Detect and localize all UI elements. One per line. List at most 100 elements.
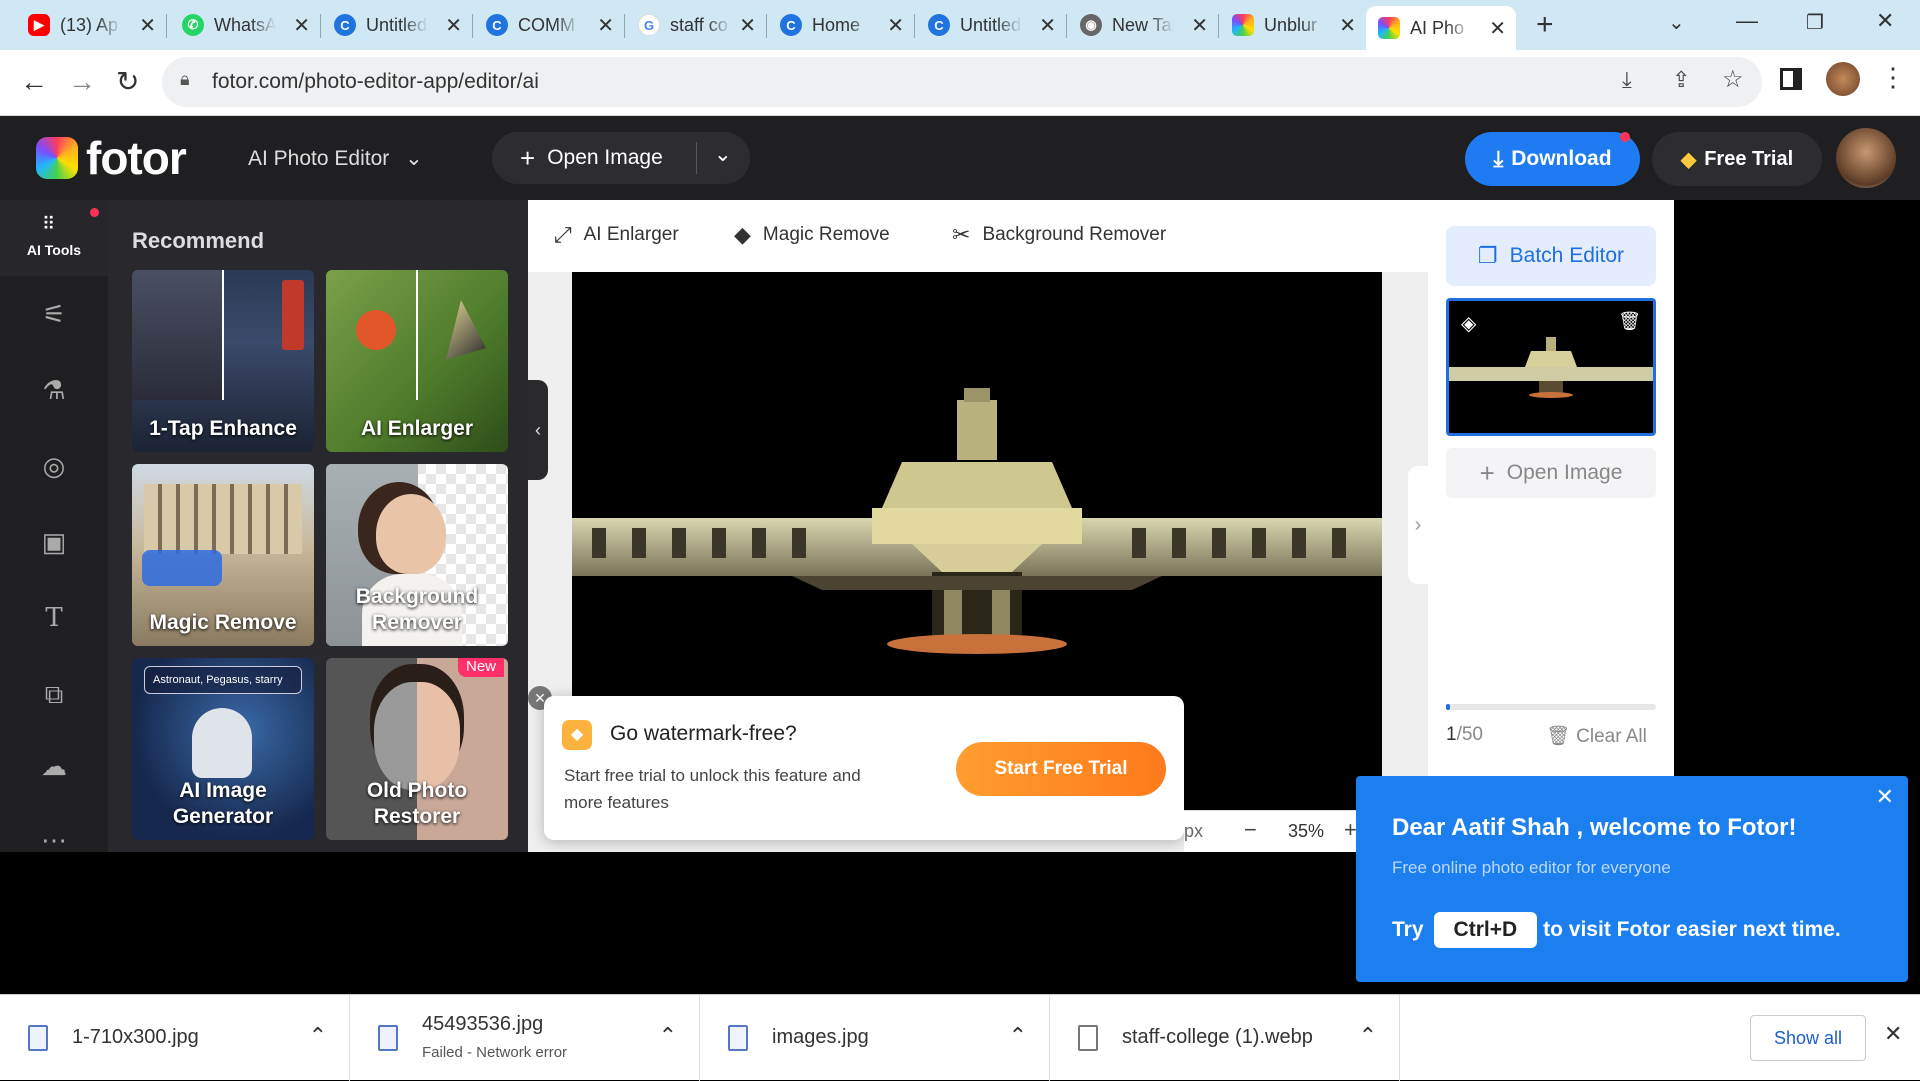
card-ai-enlarger[interactable]: AI Enlarger [326,270,508,452]
browser-tab[interactable]: ▶ (13) Ap ✕ [16,6,166,44]
restore-icon[interactable]: ❐ [1806,10,1824,35]
clear-all-button[interactable]: 🗑︎ Clear All [1546,724,1647,748]
card-label: Old Photo Restorer [366,779,468,828]
omnibox[interactable]: 🔒︎ fotor.com/photo-editor-app/editor/ai … [162,57,1762,107]
share-icon[interactable]: ⇪ [1672,67,1690,93]
close-icon[interactable]: ✕ [1191,13,1208,38]
ai-tools-label: AI Tools [26,242,82,258]
image-thumbnail[interactable]: ◈ 🗑︎ [1446,298,1656,436]
menu-kebab-icon[interactable]: ⋮ [1880,62,1906,93]
scissors-icon: ✂ [952,222,971,247]
close-icon[interactable]: ✕ [739,13,756,38]
url-text: fotor.com/photo-editor-app/editor/ai [212,70,539,93]
bookmark-star-icon[interactable]: ☆ [1722,65,1744,94]
canvas-area: ⤢ AI Enlarger ◆ Magic Remove ✂ Backgroun… [528,200,1428,852]
toolbar-background-remover[interactable]: ✂ Background Remover [952,222,1166,248]
upload-cloud-icon[interactable]: ☁ [34,746,74,786]
user-avatar[interactable] [1836,128,1896,188]
fotor-logo[interactable]: fotor [36,132,187,184]
close-icon[interactable]: ✕ [887,13,904,38]
browser-tab[interactable]: Unblur ✕ [1220,6,1366,44]
start-free-trial-button[interactable]: Start Free Trial [956,742,1166,796]
frame-icon[interactable]: ▣ [34,522,74,562]
install-icon[interactable]: ⤓ [1622,67,1632,93]
browser-tab[interactable]: ✆ WhatsApp ✕ [170,6,320,44]
card-background-remover[interactable]: Background Remover [326,464,508,646]
close-icon[interactable]: ✕ [1876,784,1894,810]
minimize-icon[interactable]: — [1736,8,1758,34]
batch-editor-button[interactable]: ❐ Batch Editor [1446,226,1656,286]
size-unit-text: px [1184,821,1204,841]
collapse-left-panel-button[interactable]: ‹ [528,380,548,480]
add-image-button[interactable]: + Open Image [1446,448,1656,498]
toolbar-label: Magic Remove [762,224,890,245]
browser-tab[interactable]: C Untitled ✕ [916,6,1066,44]
card-magic-remove[interactable]: Magic Remove [132,464,314,646]
expand-right-panel-button[interactable]: › [1408,466,1428,584]
zoom-in-button[interactable]: + [1344,817,1357,843]
chevron-down-icon[interactable]: ⌄ [714,142,732,167]
zoom-out-button[interactable]: − [1244,817,1257,843]
card-label: Background Remover [355,585,479,634]
free-trial-button[interactable]: ◆ Free Trial [1652,132,1822,186]
browser-tab[interactable]: C Home ✕ [768,6,914,44]
rail-item-ai-tools[interactable]: ⠿ AI Tools [0,200,108,276]
layers-icon[interactable]: ◈ [1461,311,1476,336]
download-item[interactable]: 1-710x300.jpg ⌃ [0,995,350,1081]
profile-avatar[interactable] [1826,62,1860,96]
chevron-up-icon[interactable]: ⌃ [309,1023,327,1049]
card-old-photo-restorer[interactable]: New Old Photo Restorer [326,658,508,840]
trash-icon[interactable]: 🗑︎ [1618,311,1641,332]
side-panel-icon[interactable] [1780,68,1802,90]
elements-icon[interactable]: ⧉ [34,674,74,714]
window-close-icon[interactable]: ✕ [1876,8,1894,34]
download-button[interactable]: ⤓ Download [1465,132,1640,186]
chevron-up-icon[interactable]: ⌃ [659,1023,677,1049]
close-icon[interactable]: ✕ [139,13,156,38]
browser-tab[interactable]: C Untitled ✕ [322,6,472,44]
adjust-sliders-icon[interactable]: ⚟ [34,294,74,334]
card-1-tap-enhance[interactable]: 1-Tap Enhance [132,270,314,452]
beauty-flask-icon[interactable]: ⚗ [34,370,74,410]
diamond-icon: ◆ [1680,148,1697,171]
close-icon[interactable]: ✕ [1039,13,1056,38]
close-icon[interactable]: ✕ [445,13,462,38]
logo-text: fotor [86,132,187,184]
show-all-button[interactable]: Show all [1750,1015,1866,1061]
close-icon[interactable]: ✕ [1339,13,1356,38]
browser-tab-strip: ▶ (13) Ap ✕ ✆ WhatsApp ✕ C Untitled ✕ C … [0,0,1920,50]
download-item[interactable]: staff-college (1).webp ⌃ [1050,995,1400,1081]
fotor-logo-icon [36,137,78,179]
card-ai-image-generator[interactable]: Astronaut, Pegasus, starry AI Image Gene… [132,658,314,840]
text-icon[interactable]: T [34,598,74,638]
eye-icon[interactable]: ◎ [34,446,74,486]
close-icon[interactable]: ✕ [1489,16,1506,41]
download-item[interactable]: 45493536.jpg Failed - Network error ⌃ [350,995,700,1081]
more-icon[interactable]: ⋯ [34,820,74,860]
toolbar-ai-enlarger[interactable]: ⤢ AI Enlarger [554,222,679,248]
file-icon [728,1025,748,1051]
reload-icon[interactable]: ↻ [116,66,139,98]
forward-icon[interactable]: → [68,66,96,98]
open-image-button[interactable]: + Open Image ⌄ [492,132,750,184]
prompt-text: Astronaut, Pegasus, starry [144,666,302,694]
browser-tab[interactable]: ◉ New Tab ✕ [1068,6,1218,44]
close-shelf-icon[interactable]: ✕ [1884,1021,1902,1047]
back-icon[interactable]: ← [20,66,48,98]
editor-selector[interactable]: AI Photo Editor ⌄ [248,146,423,171]
close-icon[interactable]: ✕ [293,13,310,38]
new-tab-button[interactable]: + [1536,8,1554,42]
toolbar-magic-remove[interactable]: ◆ Magic Remove [734,222,890,248]
browser-tab[interactable]: C COMM ✕ [474,6,624,44]
tab-title: Untitled [366,14,428,35]
chevron-up-icon[interactable]: ⌃ [1009,1023,1027,1049]
close-icon[interactable]: ✕ [597,13,614,38]
notification-dot [90,208,99,217]
tab-title: WhatsApp [214,14,276,35]
browser-tab-active[interactable]: AI Pho ✕ [1366,6,1516,50]
tab-search-icon[interactable]: ⌄ [1668,10,1685,35]
chevron-up-icon[interactable]: ⌃ [1359,1023,1377,1049]
download-item[interactable]: images.jpg ⌃ [700,995,1050,1081]
browser-tab[interactable]: G staff co ✕ [626,6,766,44]
add-image-label: Open Image [1506,461,1623,484]
